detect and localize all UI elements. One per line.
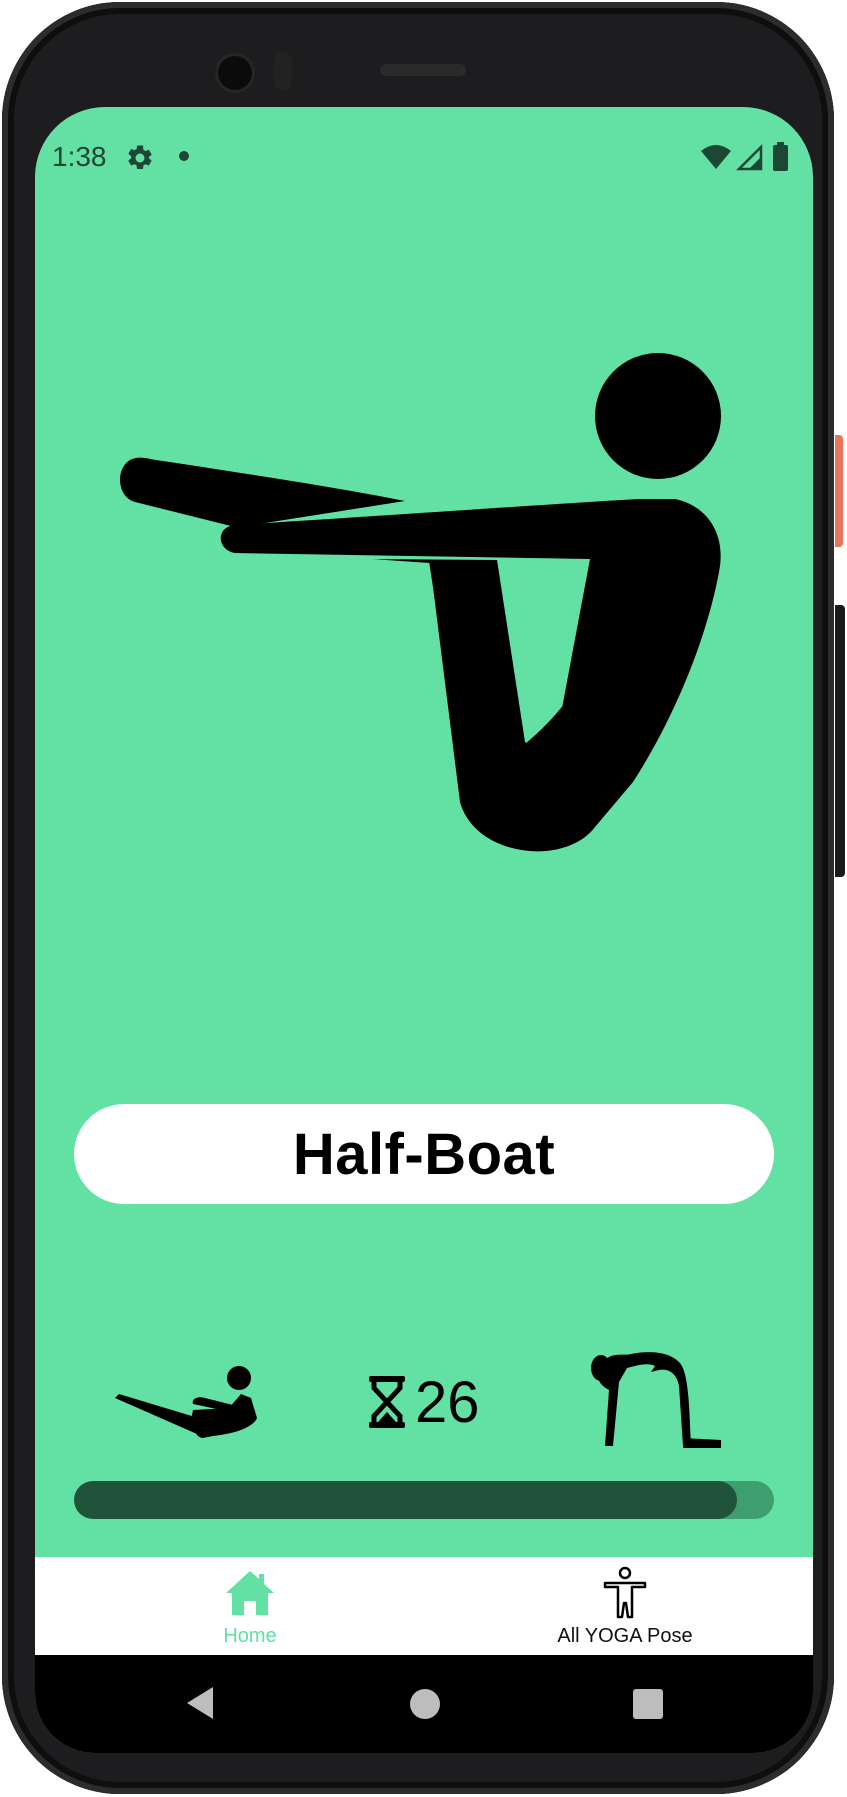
progress-fill (74, 1481, 737, 1519)
proximity-sensor (274, 52, 292, 90)
app-screen: 1:38 Half-Boat 26 Home All YOGA Pose (35, 107, 813, 1753)
pose-name-card: Half-Boat (74, 1104, 774, 1204)
nav-home-label: Home (223, 1625, 277, 1647)
person-icon (603, 1566, 647, 1619)
volume-button (835, 605, 845, 877)
timer-value: 26 (415, 1369, 480, 1435)
home-icon (226, 1571, 274, 1615)
pose-name: Half-Boat (292, 1121, 556, 1187)
nav-all-yoga-pose-label: All YOGA Pose (557, 1625, 693, 1647)
earpiece-speaker (380, 64, 466, 76)
notification-dot (179, 151, 189, 161)
status-bar: 1:38 (35, 107, 813, 203)
settings-icon (128, 145, 152, 169)
status-time: 1:38 (52, 141, 107, 172)
next-pose-icon[interactable] (585, 1346, 725, 1456)
pose-controls: 26 (35, 1342, 813, 1462)
front-camera (218, 56, 252, 90)
wifi-icon (701, 145, 731, 169)
system-navigation-bar (35, 1655, 813, 1753)
phone-frame: 1:38 Half-Boat 26 Home All YOGA Pose (2, 2, 834, 1794)
nav-home[interactable]: Home (165, 1557, 335, 1655)
pose-progress-bar (74, 1481, 774, 1519)
battery-icon (773, 145, 788, 171)
bottom-navigation: Home All YOGA Pose (35, 1557, 813, 1655)
home-button-icon[interactable] (410, 1689, 440, 1719)
hourglass-icon (369, 1376, 405, 1428)
nav-all-yoga-pose[interactable]: All YOGA Pose (525, 1557, 725, 1655)
pose-timer: 26 (367, 1362, 480, 1442)
power-button (835, 435, 843, 547)
recents-icon[interactable] (633, 1689, 663, 1719)
back-icon[interactable] (183, 1683, 223, 1723)
status-icons-group (701, 142, 788, 171)
previous-pose-icon[interactable] (113, 1362, 259, 1442)
half-boat-pose-figure (119, 353, 721, 852)
